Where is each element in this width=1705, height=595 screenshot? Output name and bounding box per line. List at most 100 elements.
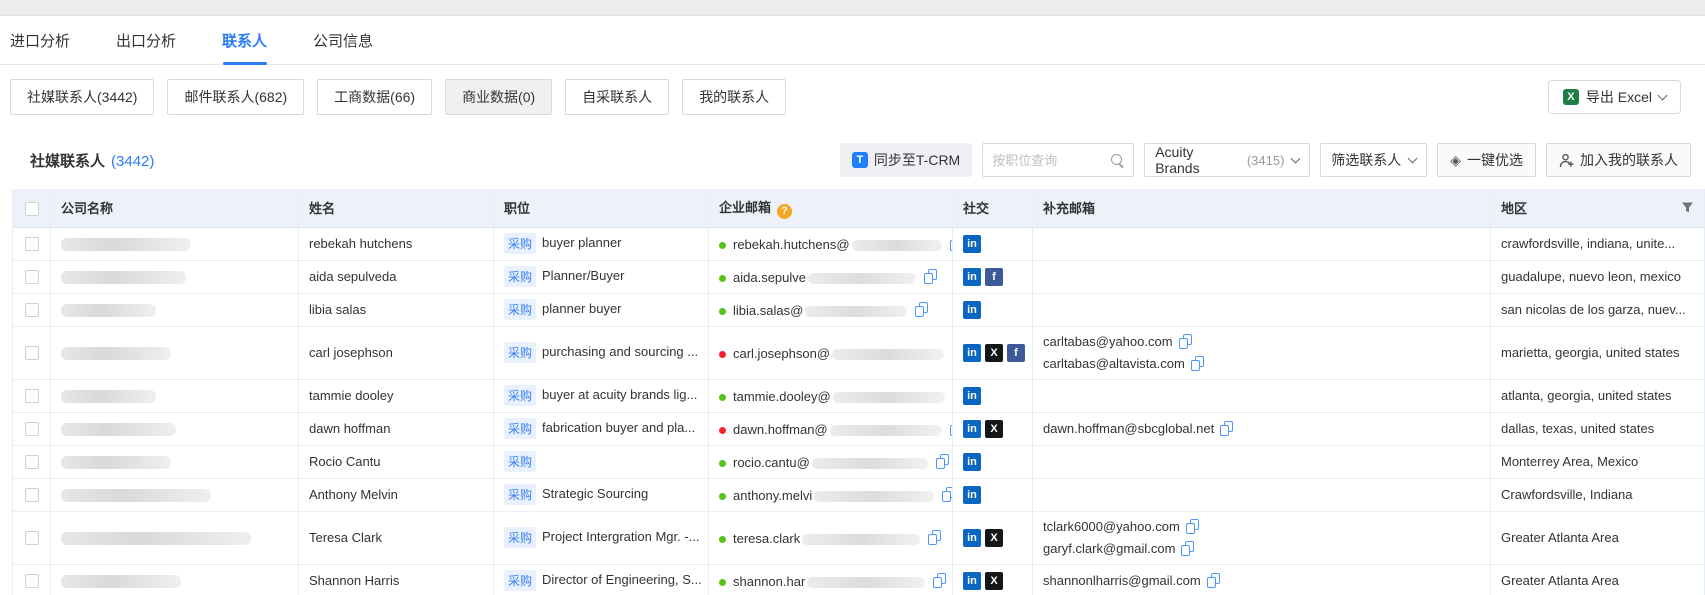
- filter-self-collected-button[interactable]: 自采联系人: [565, 79, 669, 115]
- copy-icon[interactable]: [1186, 519, 1199, 534]
- copy-icon[interactable]: [915, 302, 928, 317]
- copy-icon[interactable]: [936, 454, 949, 469]
- copy-icon[interactable]: [1207, 573, 1220, 588]
- add-to-my-contacts-button[interactable]: 加入我的联系人: [1546, 143, 1691, 177]
- x-icon[interactable]: X: [985, 344, 1003, 362]
- company-name-cell: [51, 478, 299, 511]
- company-name-redacted: [61, 456, 171, 469]
- job-title: Director of Engineering, S...: [542, 572, 702, 587]
- contact-name: aida sepulveda: [309, 269, 396, 284]
- row-checkbox[interactable]: [25, 422, 39, 436]
- tab-import-analysis[interactable]: 进口分析: [10, 16, 70, 65]
- row-checkbox[interactable]: [25, 237, 39, 251]
- select-all-checkbox[interactable]: [25, 202, 39, 216]
- contact-name-cell: tammie dooley: [299, 379, 494, 412]
- procurement-tag: 采购: [504, 418, 536, 439]
- filter-email-contacts-button[interactable]: 邮件联系人(682): [167, 79, 304, 115]
- job-title: Planner/Buyer: [542, 268, 624, 283]
- linkedin-icon[interactable]: in: [963, 453, 981, 471]
- linkedin-icon[interactable]: in: [963, 420, 981, 438]
- linkedin-icon[interactable]: in: [963, 301, 981, 319]
- contact-name-cell: carl josephson: [299, 326, 494, 379]
- tab-export-analysis[interactable]: 出口分析: [116, 16, 176, 65]
- row-checkbox[interactable]: [25, 389, 39, 403]
- procurement-tag: 采购: [504, 342, 536, 363]
- copy-icon[interactable]: [1191, 356, 1204, 371]
- row-checkbox[interactable]: [25, 531, 39, 545]
- job-title-cell: 采购fabrication buyer and pla...: [494, 412, 709, 445]
- social-cell: in: [953, 379, 1033, 412]
- row-checkbox[interactable]: [25, 574, 39, 588]
- copy-icon[interactable]: [1220, 421, 1233, 436]
- section-title: 社媒联系人(3442): [30, 150, 154, 171]
- filter-my-contacts-button[interactable]: 我的联系人: [682, 79, 786, 115]
- extra-email: dawn.hoffman@sbcglobal.net: [1043, 418, 1214, 440]
- copy-icon[interactable]: [1179, 334, 1192, 349]
- linkedin-icon[interactable]: in: [963, 344, 981, 362]
- sync-to-tcrm-button[interactable]: T 同步至T-CRM: [840, 143, 972, 177]
- add-person-icon: [1559, 153, 1574, 168]
- social-cell: inX: [953, 412, 1033, 445]
- row-checkbox-cell: [13, 227, 51, 260]
- extra-email-line: carltabas@altavista.com: [1043, 353, 1480, 375]
- search-icon[interactable]: [1111, 154, 1124, 167]
- row-checkbox[interactable]: [25, 346, 39, 360]
- row-checkbox[interactable]: [25, 455, 39, 469]
- contact-name: libia salas: [309, 302, 366, 317]
- filter-commercial-data-button[interactable]: 商业数据(0): [445, 79, 552, 115]
- filter-business-registry-button[interactable]: 工商数据(66): [317, 79, 432, 115]
- extra-email-cell: [1033, 478, 1491, 511]
- extra-email-cell: [1033, 379, 1491, 412]
- copy-icon[interactable]: [1181, 541, 1194, 556]
- copy-icon[interactable]: [928, 530, 941, 545]
- facebook-icon[interactable]: f: [985, 268, 1003, 286]
- row-checkbox[interactable]: [25, 488, 39, 502]
- one-click-optimize-button[interactable]: ◈ 一键优选: [1437, 143, 1536, 177]
- company-name-redacted: [61, 575, 181, 588]
- linkedin-icon[interactable]: in: [963, 235, 981, 253]
- facebook-icon[interactable]: f: [1007, 344, 1025, 362]
- filter-funnel-icon[interactable]: [1681, 201, 1694, 214]
- column-header-region: 地区: [1491, 189, 1705, 227]
- job-title: Strategic Sourcing: [542, 486, 648, 501]
- linkedin-icon[interactable]: in: [963, 572, 981, 590]
- linkedin-icon[interactable]: in: [963, 529, 981, 547]
- copy-icon[interactable]: [924, 269, 937, 284]
- company-name-redacted: [61, 532, 251, 545]
- company-name-cell: [51, 412, 299, 445]
- copy-icon[interactable]: [933, 573, 946, 588]
- position-search-input[interactable]: [992, 153, 1111, 168]
- linkedin-icon[interactable]: in: [963, 387, 981, 405]
- x-icon[interactable]: X: [985, 572, 1003, 590]
- company-select-dropdown[interactable]: Acuity Brands (3415): [1144, 143, 1310, 177]
- row-checkbox[interactable]: [25, 270, 39, 284]
- filter-contacts-dropdown[interactable]: 筛选联系人: [1320, 143, 1427, 177]
- chevron-down-icon: [1291, 153, 1301, 163]
- table-row: Rocio Cantu采购rocio.cantu@inMonterrey Are…: [13, 445, 1705, 478]
- x-icon[interactable]: X: [985, 529, 1003, 547]
- email-redacted: [833, 392, 945, 403]
- table-row: Shannon Harris采购Director of Engineering,…: [13, 564, 1705, 595]
- help-icon[interactable]: ?: [777, 204, 792, 219]
- region-cell: Crawfordsville, Indiana: [1491, 478, 1705, 511]
- excel-icon: X: [1563, 89, 1579, 105]
- linkedin-icon[interactable]: in: [963, 486, 981, 504]
- contact-name: Teresa Clark: [309, 530, 382, 545]
- filter-social-contacts-button[interactable]: 社媒联系人(3442): [10, 79, 154, 115]
- region-cell: atlanta, georgia, united states: [1491, 379, 1705, 412]
- linkedin-icon[interactable]: in: [963, 268, 981, 286]
- x-icon[interactable]: X: [985, 420, 1003, 438]
- social-cell: in: [953, 227, 1033, 260]
- job-title: Project Intergration Mgr. -...: [542, 529, 700, 544]
- region-cell: san nicolas de los garza, nuev...: [1491, 293, 1705, 326]
- row-checkbox[interactable]: [25, 303, 39, 317]
- contact-name-cell: Anthony Melvin: [299, 478, 494, 511]
- column-header-social: 社交: [953, 189, 1033, 227]
- job-title-cell: 采购: [494, 445, 709, 478]
- export-excel-button[interactable]: X 导出 Excel: [1548, 80, 1681, 114]
- tab-contacts[interactable]: 联系人: [222, 16, 267, 65]
- tab-company-info[interactable]: 公司信息: [313, 16, 373, 65]
- copy-icon[interactable]: [942, 487, 952, 502]
- region-cell: dallas, texas, united states: [1491, 412, 1705, 445]
- contact-name-cell: Rocio Cantu: [299, 445, 494, 478]
